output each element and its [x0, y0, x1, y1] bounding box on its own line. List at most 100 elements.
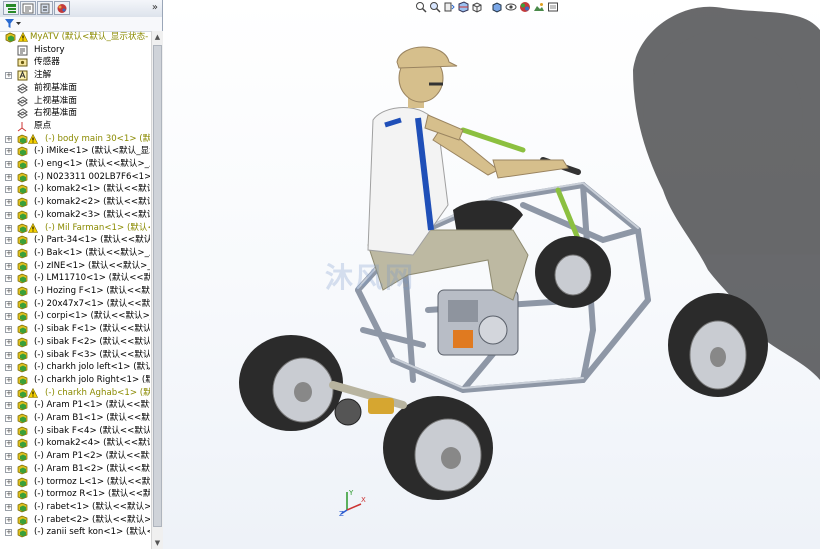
expand-plus-icon[interactable]: + [5, 453, 12, 461]
tree-item[interactable]: + (-) zanii seft kon<1> (默认< [0, 526, 150, 539]
expand-plus-icon[interactable]: + [5, 262, 12, 270]
graphics-area[interactable]: 沐风网 Y X Z [163, 0, 820, 549]
expand-plus-icon[interactable]: + [5, 351, 12, 359]
scroll-down-arrow-icon[interactable]: ▼ [152, 537, 163, 549]
expand-plus-icon[interactable]: + [5, 478, 12, 486]
triad-y-label: Y [348, 489, 354, 497]
tree-item-label: (-) sibak F<3> (默认<<默认>_ [34, 349, 150, 360]
expand-plus-icon[interactable]: + [5, 161, 12, 168]
property-manager-tab[interactable] [20, 1, 36, 15]
tree-item-label: (-) tormoz R<1> (默认<<默认> [34, 489, 150, 500]
expand-plus-icon[interactable]: + [5, 300, 12, 308]
expand-plus-icon[interactable]: + [5, 249, 12, 257]
expand-plus-icon[interactable]: + [5, 338, 12, 346]
tree-item[interactable]: + (-) Aram P1<2> (默认<<默认> [0, 450, 150, 463]
feature-manager-tab[interactable] [3, 1, 19, 15]
filter-button[interactable] [4, 18, 26, 30]
expand-plus-icon[interactable]: + [5, 148, 12, 156]
tree-item[interactable]: 上视基准面 [0, 95, 150, 108]
tree-item[interactable]: + (-) Bak<1> (默认<<默认>_显示 [0, 247, 150, 260]
expand-plus-icon[interactable]: + [5, 326, 12, 334]
expand-plus-icon[interactable]: + [5, 72, 12, 80]
tree-item[interactable]: + (-) rabet<2> (默认<<默认>_显 [0, 514, 150, 527]
tree-item[interactable]: 右视基准面 [0, 107, 150, 120]
part-icon [17, 261, 28, 272]
expand-plus-icon[interactable]: + [5, 427, 12, 435]
part-icon [17, 502, 28, 513]
tree-item[interactable]: + (-) tormoz L<1> (默认<<默认> [0, 476, 150, 489]
scroll-up-arrow-icon[interactable]: ▲ [152, 31, 163, 43]
tree-item[interactable]: + (-) sibak F<3> (默认<<默认>_ [0, 349, 150, 362]
tree-item[interactable]: + (-) komak2<4> (默认<<默认> [0, 437, 150, 450]
tree-item-label: (-) Part-34<1> (默认<<默认> [34, 235, 150, 246]
display-manager-tab[interactable] [54, 1, 70, 15]
expand-plus-icon[interactable]: + [5, 275, 12, 283]
tree-item[interactable]: + (-) Aram B1<1> (默认<<默认> [0, 412, 150, 425]
part-icon [17, 299, 28, 310]
expand-plus-icon[interactable]: + [5, 237, 12, 245]
tree-item[interactable]: + (-) rabet<1> (默认<<默认>_显 [0, 501, 150, 514]
tree-item-label: (-) Mil Farman<1> (默认< [45, 222, 150, 233]
expand-plus-icon[interactable]: + [5, 402, 12, 410]
expand-plus-icon[interactable]: + [5, 199, 12, 207]
configuration-manager-tab[interactable] [37, 1, 53, 15]
expand-plus-icon[interactable]: + [5, 135, 12, 143]
tree-item-label: 传感器 [34, 57, 60, 68]
expand-plus-icon[interactable]: + [5, 211, 12, 219]
scrollbar-thumb[interactable] [153, 45, 162, 527]
tree-item[interactable]: + (-) Hozing F<1> (默认<<默认> [0, 285, 150, 298]
tree-item[interactable]: + (-) Aram B1<2> (默认<<默认> [0, 463, 150, 476]
expand-plus-icon[interactable]: + [5, 224, 12, 232]
tree-item[interactable]: + (-) charkh Aghab<1> (默认 [0, 387, 150, 400]
tree-item[interactable]: + (-) sibak F<1> (默认<<默认>_ [0, 323, 150, 336]
tree-item[interactable]: + (-) LM11710<1> (默认<<默认> [0, 272, 150, 285]
feature-tree-scrollbar[interactable]: ▲ ▼ [151, 31, 163, 549]
tree-item[interactable]: + (-) Mil Farman<1> (默认< [0, 222, 150, 235]
expand-plus-icon[interactable]: + [5, 529, 12, 537]
tree-item[interactable]: + (-) corpi<1> (默认<<默认>_显示 [0, 310, 150, 323]
tree-root-assembly[interactable]: MyATV (默认<默认_显示状态- [0, 31, 150, 44]
tree-item[interactable]: + (-) Aram P1<1> (默认<<默认> [0, 399, 150, 412]
expand-plus-icon[interactable]: + [5, 186, 12, 194]
expand-plus-icon[interactable]: + [5, 313, 12, 321]
expand-plus-icon[interactable]: + [5, 516, 12, 524]
expand-panel-chevron-icon[interactable]: » [152, 2, 158, 14]
expand-plus-icon[interactable]: + [5, 364, 12, 372]
expand-plus-icon[interactable]: + [5, 465, 12, 473]
tree-item[interactable]: + (-) Part-34<1> (默认<<默认> [0, 234, 150, 247]
atv-model-view[interactable] [163, 0, 820, 549]
tree-item-label: (-) iMike<1> (默认<默认_显示 [34, 146, 150, 157]
tree-item[interactable]: + (-) zINE<1> (默认<<默认>_显 [0, 260, 150, 273]
tree-item[interactable]: + (-) charkh jolo left<1> (默认 [0, 361, 150, 374]
tree-item[interactable]: + (-) komak2<2> (默认<<默认> [0, 196, 150, 209]
expand-plus-icon[interactable]: + [5, 491, 12, 499]
tree-item[interactable]: + 注解 [0, 69, 150, 82]
part-icon [17, 489, 28, 500]
expand-plus-icon[interactable]: + [5, 376, 12, 384]
tree-item[interactable]: + (-) sibak F<4> (默认<<默认>_ [0, 425, 150, 438]
tree-item-label: (-) 20x47x7<1> (默认<<默认 [34, 298, 150, 309]
tree-item-label: (-) tormoz L<1> (默认<<默认> [34, 476, 150, 487]
expand-plus-icon[interactable]: + [5, 288, 12, 295]
tree-item[interactable]: + (-) komak2<3> (默认<<默认> [0, 209, 150, 222]
tree-item[interactable]: History [0, 44, 150, 57]
tree-item[interactable]: + (-) body main 30<1> (默认 [0, 133, 150, 146]
tree-item[interactable]: 原点 [0, 120, 150, 133]
tree-item[interactable]: + (-) tormoz R<1> (默认<<默认> [0, 488, 150, 501]
tree-item[interactable]: + (-) komak2<1> (默认<<默认> [0, 183, 150, 196]
tree-item[interactable]: 传感器 [0, 56, 150, 69]
tree-item-label: 注解 [34, 70, 52, 81]
tree-item[interactable]: + (-) eng<1> (默认<<默认>_显示 [0, 158, 150, 171]
expand-plus-icon[interactable]: + [5, 503, 12, 511]
tree-item[interactable]: 前视基准面 [0, 82, 150, 95]
expand-plus-icon[interactable]: + [5, 415, 12, 422]
tree-item[interactable]: + (-) N023311 002LB7F6<1> (默 [0, 171, 150, 184]
tree-item[interactable]: + (-) charkh jolo Right<1> (默认 [0, 374, 150, 387]
part-icon [17, 400, 28, 411]
tree-item[interactable]: + (-) iMike<1> (默认<默认_显示 [0, 145, 150, 158]
expand-plus-icon[interactable]: + [5, 389, 12, 397]
expand-plus-icon[interactable]: + [5, 173, 12, 181]
expand-plus-icon[interactable]: + [5, 440, 12, 448]
tree-item[interactable]: + (-) sibak F<2> (默认<<默认>_ [0, 336, 150, 349]
tree-item[interactable]: + (-) 20x47x7<1> (默认<<默认 [0, 298, 150, 311]
